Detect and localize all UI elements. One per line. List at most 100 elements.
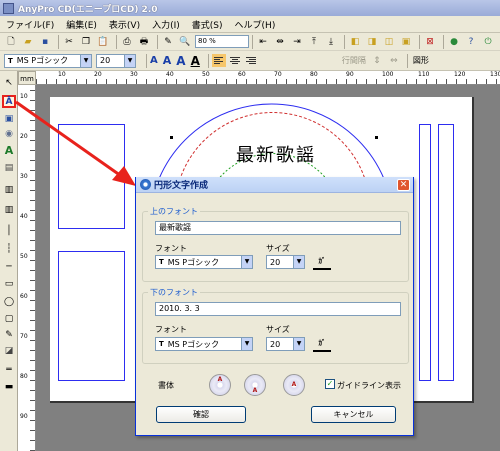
font-style-a1-button[interactable]: A bbox=[150, 55, 158, 66]
font-style-a4-button[interactable]: A bbox=[191, 54, 200, 68]
style-disc-3-icon[interactable]: A bbox=[283, 374, 305, 396]
format-toolbar: T MS Pゴシック ▼ 20 ▼ A A A A 行間隔 ⇕ ⇔ 図形 bbox=[0, 51, 500, 71]
print-icon[interactable]: 🖶 bbox=[137, 35, 151, 48]
align-center-icon[interactable] bbox=[228, 54, 242, 67]
pen-tool-icon[interactable]: ✎ bbox=[3, 329, 15, 340]
toolbar-separator bbox=[443, 34, 444, 49]
line-width-thick-icon[interactable]: ▬ bbox=[3, 381, 15, 392]
horizontal-line-tool-icon[interactable]: ─ bbox=[3, 261, 15, 272]
vruler-label: 60 bbox=[20, 293, 28, 300]
font-style-a2-button[interactable]: A bbox=[163, 54, 172, 67]
fill-tool-icon[interactable]: ◪ bbox=[3, 345, 15, 356]
chevron-down-icon: ▼ bbox=[293, 338, 304, 350]
style-disc-1-icon[interactable]: A bbox=[209, 374, 231, 396]
help-icon[interactable]: ? bbox=[464, 35, 478, 48]
truetype-icon: T bbox=[8, 56, 13, 65]
align-right-obj-icon[interactable]: ⇥ bbox=[290, 35, 304, 48]
bottom-font-legend: 下のフォント bbox=[148, 287, 200, 298]
save-icon[interactable]: ▪ bbox=[38, 35, 52, 48]
align-top-obj-icon[interactable]: ⤒ bbox=[307, 35, 321, 48]
font-name-select[interactable]: T MS Pゴシック ▼ bbox=[4, 53, 92, 68]
hruler-label: 50 bbox=[202, 71, 210, 78]
cancel-button[interactable]: キャンセル bbox=[311, 406, 396, 423]
hruler-label: 10 bbox=[58, 71, 66, 78]
style-label: 書体 bbox=[158, 381, 174, 390]
bring-front-icon[interactable]: ◧ bbox=[348, 35, 362, 48]
bottom-font-select[interactable]: T MS Pゴシック ▼ bbox=[155, 337, 253, 351]
style-disc-2-icon[interactable]: A bbox=[244, 374, 266, 396]
align-right-icon[interactable] bbox=[244, 54, 258, 67]
hruler-label: 110 bbox=[418, 71, 430, 78]
image-tool-icon[interactable]: ▣ bbox=[3, 113, 15, 124]
left-panel-top[interactable] bbox=[58, 124, 125, 229]
top-font-label: フォント bbox=[155, 244, 187, 253]
copy-icon[interactable]: ❐ bbox=[79, 35, 93, 48]
left-panel-bottom[interactable] bbox=[58, 251, 125, 381]
zoom-level-input[interactable]: 80 % bbox=[195, 35, 249, 48]
disc-image-tool-icon[interactable]: ◉ bbox=[3, 128, 15, 139]
arc-text[interactable]: 最新歌謡 bbox=[236, 141, 316, 167]
new-file-icon[interactable]: 🗋 bbox=[4, 35, 18, 48]
select-pointer-icon[interactable]: ↖ bbox=[3, 77, 15, 88]
align-left-obj-icon[interactable]: ⇤ bbox=[256, 35, 270, 48]
top-size-select[interactable]: 20 ▼ bbox=[266, 255, 305, 269]
spine-strip-2[interactable] bbox=[438, 124, 454, 381]
bottom-text-input[interactable]: 2010. 3. 3 bbox=[155, 302, 401, 316]
align-center-obj-icon[interactable]: ⇹ bbox=[273, 35, 287, 48]
open-folder-icon[interactable]: ▰ bbox=[21, 35, 35, 48]
align-bottom-obj-icon[interactable]: ⤓ bbox=[324, 35, 338, 48]
menu-help[interactable]: ヘルプ(H) bbox=[229, 18, 282, 31]
ellipse-tool-icon[interactable]: ◯ bbox=[3, 296, 15, 307]
guideline-checkbox[interactable]: ✓ bbox=[325, 379, 335, 389]
bottom-size-select[interactable]: 20 ▼ bbox=[266, 337, 305, 351]
rectangle-tool-icon[interactable]: ▭ bbox=[3, 278, 15, 289]
vertical-line-tool-icon[interactable]: │ bbox=[3, 225, 15, 236]
toolbar-separator bbox=[207, 53, 209, 68]
hruler-label: 60 bbox=[238, 71, 246, 78]
top-text-input[interactable]: 最新歌謡 bbox=[155, 221, 401, 235]
dialog-title-bar[interactable]: 円形文字作成 bbox=[136, 177, 413, 193]
print-preview-icon[interactable]: ⎙ bbox=[120, 35, 134, 48]
spine-strip-1[interactable] bbox=[419, 124, 431, 381]
line-spacing-icon[interactable]: ⇕ bbox=[370, 54, 384, 67]
align-left-icon[interactable] bbox=[211, 54, 226, 67]
rounded-rect-tool-icon[interactable]: ▢ bbox=[3, 313, 15, 324]
tall-barcode-tool-icon[interactable]: ▥ bbox=[3, 204, 15, 215]
cut-icon[interactable]: ✂ bbox=[62, 35, 76, 48]
zoom-icon[interactable]: 🔍 bbox=[178, 35, 192, 48]
menu-view[interactable]: 表示(V) bbox=[103, 18, 146, 31]
bottom-size-value: 20 bbox=[270, 339, 281, 349]
bottom-font-label: フォント bbox=[155, 325, 187, 334]
menu-edit[interactable]: 編集(E) bbox=[60, 18, 103, 31]
guideline-label: ガイドライン表示 bbox=[337, 381, 401, 390]
ok-button[interactable]: 確認 bbox=[156, 406, 246, 423]
menu-insert[interactable]: 入力(I) bbox=[146, 18, 186, 31]
properties-icon[interactable]: ✎ bbox=[161, 35, 175, 48]
top-font-color-button[interactable]: ｶﾞ bbox=[313, 253, 331, 270]
char-spacing-icon[interactable]: ⇔ bbox=[387, 54, 401, 67]
dotted-line-tool-icon[interactable]: ┆ bbox=[3, 243, 15, 254]
close-button[interactable]: ✕ bbox=[397, 179, 410, 191]
menu-format[interactable]: 書式(S) bbox=[186, 18, 229, 31]
group-icon[interactable]: ◫ bbox=[382, 35, 396, 48]
bottom-font-color-button[interactable]: ｶﾞ bbox=[313, 335, 331, 352]
delete-icon[interactable]: ⊠ bbox=[423, 35, 437, 48]
ungroup-icon[interactable]: ▣ bbox=[399, 35, 413, 48]
chevron-down-icon: ▼ bbox=[293, 256, 304, 268]
barcode-tool-icon[interactable]: ▥ bbox=[3, 184, 15, 195]
top-font-select[interactable]: T MS Pゴシック ▼ bbox=[155, 255, 253, 269]
menu-file[interactable]: ファイル(F) bbox=[0, 18, 60, 31]
text-art-tool-icon[interactable]: A bbox=[3, 144, 15, 157]
top-size-value: 20 bbox=[270, 257, 281, 267]
truetype-icon: T bbox=[159, 340, 164, 348]
web-icon[interactable]: ● bbox=[447, 35, 461, 48]
vertical-text-tool-icon[interactable]: ▤ bbox=[3, 162, 15, 173]
line-width-thin-icon[interactable]: ═ bbox=[3, 364, 15, 375]
paste-icon[interactable]: 📋 bbox=[96, 35, 110, 48]
title-bar: AnyPro CD(エニープロCD) 2.0 bbox=[0, 0, 500, 16]
exit-icon[interactable]: ⏻ bbox=[481, 35, 495, 48]
send-back-icon[interactable]: ◨ bbox=[365, 35, 379, 48]
circular-text-tool-icon[interactable]: Ā bbox=[2, 95, 16, 108]
font-style-a3-button[interactable]: A bbox=[176, 54, 185, 68]
font-size-select[interactable]: 20 ▼ bbox=[96, 53, 136, 68]
